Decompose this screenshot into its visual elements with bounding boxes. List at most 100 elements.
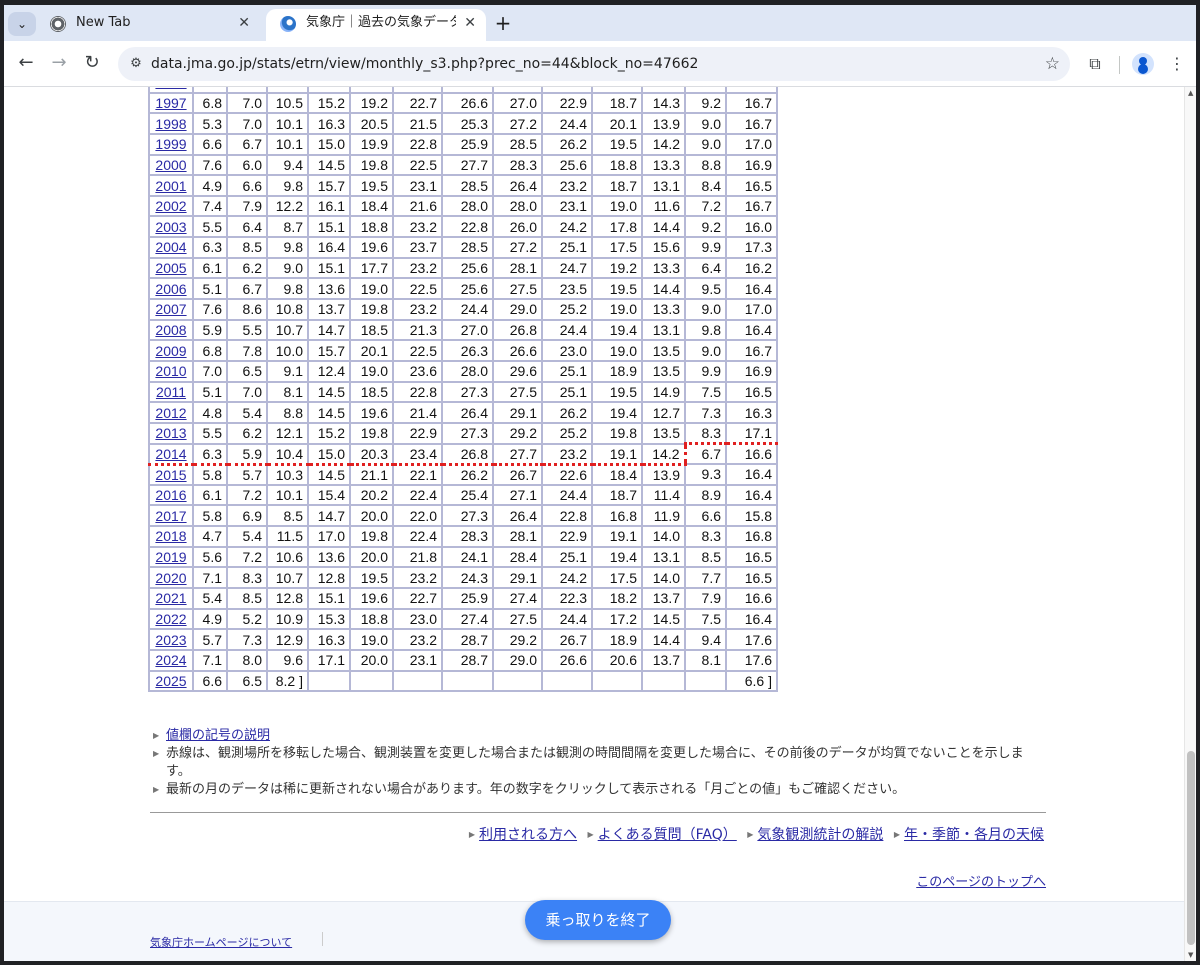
table-row: 2006 5.1 6.7 9.8 13.6 19.0 22.5 25.6 27.5 23.5 19.… [148, 277, 778, 301]
value-cell [591, 669, 643, 693]
year-cell: 2008 [148, 318, 194, 342]
year-link[interactable]: 2004 [155, 239, 186, 255]
scroll-up-arrow-icon[interactable]: ▲ [1188, 89, 1193, 97]
year-link[interactable]: 1999 [155, 136, 186, 152]
year-cell: 2020 [148, 566, 194, 589]
value-cell: 15.1 [307, 587, 351, 610]
vertical-scrollbar[interactable]: ▲ ▼ [1184, 87, 1196, 961]
value-cell: 13.3 [641, 256, 686, 280]
year-link[interactable]: 2015 [155, 467, 186, 483]
year-link[interactable]: 1997 [155, 95, 186, 111]
value-cell: 26.3 [441, 339, 494, 362]
year-link[interactable]: 2018 [155, 528, 186, 544]
tab-new-tab[interactable]: New Tab ✕ [36, 9, 260, 41]
year-link[interactable]: 2024 [155, 652, 186, 668]
year-link[interactable]: 2014 [155, 446, 186, 462]
url-text[interactable]: data.jma.go.jp/stats/etrn/view/monthly_s… [151, 47, 698, 81]
year-link[interactable]: 2010 [155, 363, 186, 379]
link-weather[interactable]: 年・季節・各月の天候 [904, 827, 1044, 843]
value-cell: 13.6 [307, 545, 351, 569]
close-icon[interactable]: ✕ [238, 9, 250, 37]
link-for-users[interactable]: 利用される方へ [479, 827, 577, 843]
year-link[interactable]: 2021 [155, 590, 186, 606]
value-cell: 18.8 [349, 607, 394, 631]
value-cell: 24.2 [541, 215, 593, 239]
year-link[interactable]: 2009 [155, 343, 186, 359]
year-link[interactable]: 2006 [155, 281, 186, 297]
value-cell: 23.2 [541, 174, 593, 197]
new-tab-button[interactable]: + [490, 11, 516, 37]
value-cell: 5.5 [192, 215, 228, 239]
year-link[interactable]: 2001 [155, 178, 186, 194]
year-link[interactable]: 2005 [155, 260, 186, 276]
value-cell: 6.7 [683, 442, 727, 466]
about-site-link[interactable]: 気象庁ホームページについて [150, 934, 292, 950]
year-link[interactable]: 2019 [155, 549, 186, 565]
value-cell [541, 669, 593, 693]
value-cell: 15.8 [725, 504, 778, 528]
value-cell: 29.2 [492, 421, 543, 445]
year-link[interactable]: 2002 [155, 198, 186, 214]
year-link[interactable]: 2016 [155, 487, 186, 503]
reload-icon[interactable]: ↻ [80, 51, 104, 75]
year-link[interactable]: 2022 [155, 611, 186, 627]
year-link[interactable]: 2023 [155, 632, 186, 648]
tab-search-button[interactable]: ⌄ [8, 12, 36, 36]
scroll-down-arrow-icon[interactable]: ▼ [1188, 951, 1193, 959]
year-link[interactable]: 2003 [155, 219, 186, 235]
year-cell: 2009 [148, 339, 194, 362]
legend-link[interactable]: 値欄の記号の説明 [166, 728, 270, 743]
year-link[interactable]: 2000 [155, 157, 186, 173]
value-cell: 7.9 [226, 194, 268, 218]
link-stats-explanation[interactable]: 気象観測統計の解説 [757, 827, 883, 843]
value-cell: 26.4 [492, 174, 543, 197]
value-cell: 22.5 [392, 153, 443, 177]
close-icon[interactable]: ✕ [464, 9, 476, 37]
value-cell: 7.9 [684, 587, 727, 610]
site-info-icon[interactable]: ⚙ [126, 54, 146, 74]
extensions-icon[interactable]: ⧉ [1082, 51, 1108, 77]
value-cell: 6.6 ] [725, 669, 778, 693]
back-icon[interactable]: ← [14, 51, 38, 75]
year-link[interactable]: 2011 [156, 384, 186, 400]
year-cell: 2019 [148, 545, 194, 569]
bookmark-star-icon[interactable]: ☆ [1045, 47, 1060, 81]
scrollbar-thumb[interactable] [1187, 751, 1195, 945]
year-link[interactable]: 2025 [155, 673, 186, 689]
year-link[interactable]: 2013 [155, 425, 186, 441]
year-link[interactable]: 2012 [155, 405, 186, 421]
value-cell: 21.5 [392, 112, 443, 135]
triangle-bullet-icon: ▶ [468, 830, 476, 839]
value-cell: 16.5 [725, 545, 778, 569]
profile-avatar-icon[interactable] [1132, 53, 1154, 75]
menu-kebab-icon[interactable]: ⋮ [1164, 51, 1190, 77]
value-cell: 22.7 [392, 587, 443, 610]
year-link[interactable]: 2007 [155, 301, 186, 317]
forward-icon[interactable]: → [47, 51, 71, 75]
table-row: 2011 5.1 7.0 8.1 14.5 18.5 22.8 27.3 27.5 25.1 19.… [148, 380, 778, 404]
year-cell: 1999 [148, 132, 194, 156]
year-link[interactable]: 2017 [155, 508, 186, 524]
link-faq[interactable]: よくある質問（FAQ） [598, 827, 737, 843]
latest-note-text: 最新の月のデータは稀に更新されない場合があります。年の数字をクリックして表示され… [166, 782, 906, 797]
year-cell: 2025 [148, 669, 194, 693]
value-cell: 18.5 [349, 380, 394, 404]
value-cell [684, 669, 727, 693]
table-row: 2007 7.6 8.6 10.8 13.7 19.8 23.2 24.4 29.0 25.2 19… [148, 298, 778, 321]
table-row: 2025 6.6 6.5 8.2 ] 6.6 ] [148, 669, 778, 693]
end-takeover-button[interactable]: 乗っ取りを終了 [525, 900, 671, 940]
value-cell: 22.8 [392, 132, 443, 156]
tab-jma[interactable]: 気象庁｜過去の気象データ検 ✕ [266, 9, 486, 41]
year-link[interactable]: 1998 [155, 116, 186, 132]
value-cell: 23.0 [541, 339, 593, 362]
value-cell: 16.7 [725, 112, 778, 135]
value-cell: 29.0 [492, 648, 543, 672]
value-cell: 16.9 [725, 359, 778, 383]
year-link[interactable]: 2020 [155, 570, 186, 586]
year-link[interactable]: 2008 [155, 322, 186, 338]
value-cell: 26.8 [492, 318, 543, 342]
address-bar[interactable]: ⚙ data.jma.go.jp/stats/etrn/view/monthly… [118, 47, 1070, 81]
tab-title: New Tab [76, 15, 131, 30]
back-to-top-link[interactable]: このページのトップへ [916, 871, 1046, 890]
year-link[interactable]: 1996 [155, 87, 186, 90]
